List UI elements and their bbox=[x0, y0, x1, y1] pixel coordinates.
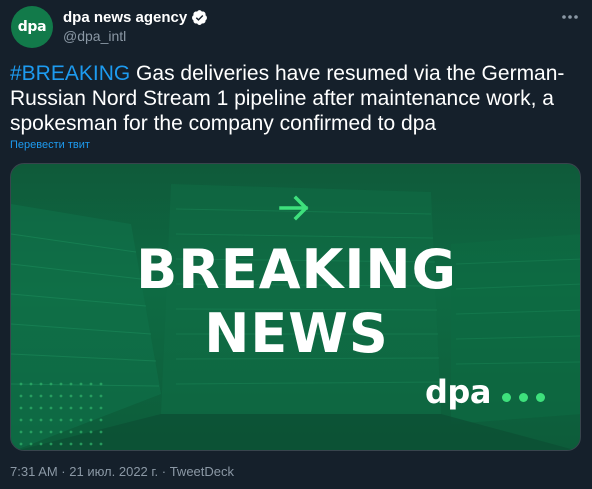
handle[interactable]: @dpa_intl bbox=[63, 28, 208, 44]
tweet-text: #BREAKING Gas deliveries have resumed vi… bbox=[10, 61, 580, 136]
hashtag-link[interactable]: #BREAKING bbox=[10, 62, 130, 85]
more-options-button[interactable] bbox=[559, 7, 581, 27]
tweet-timestamp[interactable]: 7:31 AM · 21 июл. 2022 г. · TweetDeck bbox=[10, 464, 234, 479]
tweet: dpa dpa news agency @dpa_intl #BREAKING … bbox=[0, 0, 592, 489]
avatar-text: dpa bbox=[17, 19, 47, 35]
avatar[interactable]: dpa bbox=[11, 6, 53, 48]
author-names: dpa news agency @dpa_intl bbox=[63, 7, 208, 44]
name-row: dpa news agency bbox=[63, 7, 208, 27]
tweet-media-image[interactable]: BREAKING NEWS dpa bbox=[10, 163, 581, 451]
headline-news: NEWS bbox=[204, 302, 389, 365]
arrow-right-icon bbox=[279, 195, 309, 221]
logo-dot bbox=[536, 393, 545, 402]
display-name[interactable]: dpa news agency bbox=[63, 9, 187, 26]
headline-breaking: BREAKING bbox=[136, 238, 457, 301]
more-options-icon bbox=[562, 15, 578, 19]
translate-tweet-link[interactable]: Перевести твит bbox=[10, 139, 90, 151]
verified-badge-icon bbox=[192, 9, 208, 25]
logo-dots bbox=[502, 393, 545, 402]
logo-dot bbox=[502, 393, 511, 402]
dpa-logo: dpa bbox=[425, 373, 491, 411]
tweet-header: dpa dpa news agency @dpa_intl bbox=[11, 3, 581, 49]
logo-dot bbox=[519, 393, 528, 402]
